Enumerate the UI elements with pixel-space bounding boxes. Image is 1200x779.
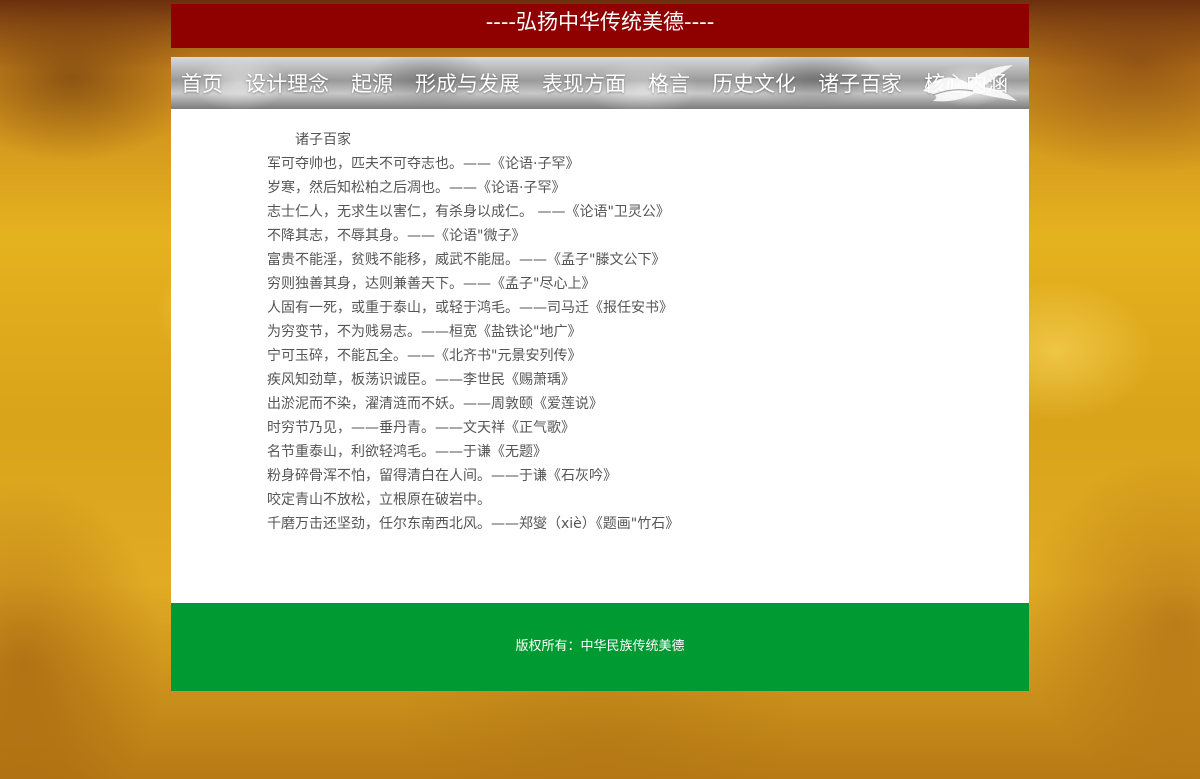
- quote-line: 时穷节乃见，——垂丹青。——文天祥《正气歌》: [267, 420, 575, 436]
- nav-item-formation-development[interactable]: 形成与发展: [415, 68, 520, 98]
- crane-icon: [923, 65, 1017, 102]
- quote-line: 出淤泥而不染，濯清涟而不妖。——周敦颐《爱莲说》: [267, 396, 603, 412]
- nav-list: 首页 设计理念 起源 形成与发展 表现方面 格言 历史文化 诸子百家 核心内涵: [181, 57, 1029, 109]
- copyright-text: 版权所有：中华民族传统美德: [515, 639, 685, 654]
- quote-line: 咬定青山不放松，立根原在破岩中。: [267, 492, 491, 508]
- quote-line: 千磨万击还坚劲，任尔东南西北风。——郑燮（xiè）《题画"竹石》: [267, 516, 680, 532]
- nav-item-origin[interactable]: 起源: [351, 68, 393, 98]
- quote-line: 不降其志，不辱其身。——《论语"微子》: [267, 228, 526, 244]
- nav-item-history-culture[interactable]: 历史文化: [712, 68, 796, 98]
- content-area: 诸子百家 军可夺帅也，匹夫不可夺志也。——《论语·子罕》 岁寒，然后知松柏之后凋…: [171, 109, 1029, 603]
- quote-line: 名节重泰山，利欲轻鸿毛。——于谦《无题》: [267, 444, 547, 460]
- quote-line: 志士仁人，无求生以害仁，有杀身以成仁。 ——《论语"卫灵公》: [267, 204, 670, 220]
- quote-line: 岁寒，然后知松柏之后凋也。——《论语·子罕》: [267, 180, 566, 196]
- quote-line: 疾风知劲草，板荡识诚臣。——李世民《赐萧瑀》: [267, 372, 575, 388]
- main-nav: 首页 设计理念 起源 形成与发展 表现方面 格言 历史文化 诸子百家 核心内涵: [171, 57, 1029, 109]
- top-banner: ----弘扬中华传统美德----: [171, 4, 1029, 48]
- quote-line: 人固有一死，或重于泰山，或轻于鸿毛。——司马迁《报任安书》: [267, 300, 673, 316]
- section-title: 诸子百家: [295, 132, 351, 148]
- nav-item-design-concept[interactable]: 设计理念: [245, 68, 329, 98]
- quotes-block: 诸子百家 军可夺帅也，匹夫不可夺志也。——《论语·子罕》 岁寒，然后知松柏之后凋…: [267, 128, 967, 536]
- quote-line: 为穷变节，不为贱易志。——桓宽《盐铁论"地广》: [267, 324, 582, 340]
- footer: 版权所有：中华民族传统美德: [171, 603, 1029, 691]
- nav-item-manifestations[interactable]: 表现方面: [542, 68, 626, 98]
- quote-line: 宁可玉碎，不能瓦全。——《北齐书"元景安列传》: [267, 348, 582, 364]
- page-container: ----弘扬中华传统美德---- 首页 设计理念 起源 形成与发展 表现方面 格…: [171, 0, 1029, 691]
- quote-line: 穷则独善其身，达则兼善天下。——《孟子"尽心上》: [267, 276, 596, 292]
- nav-item-hundred-schools[interactable]: 诸子百家: [818, 68, 902, 98]
- quote-line: 富贵不能淫，贫贱不能移，威武不能屈。——《孟子"滕文公下》: [267, 252, 666, 268]
- quote-line: 粉身碎骨浑不怕，留得清白在人间。——于谦《石灰吟》: [267, 468, 617, 484]
- quote-line: 军可夺帅也，匹夫不可夺志也。——《论语·子罕》: [267, 156, 580, 172]
- nav-item-mottos[interactable]: 格言: [648, 68, 690, 98]
- banner-title: ----弘扬中华传统美德----: [485, 10, 715, 34]
- nav-item-home[interactable]: 首页: [181, 68, 223, 98]
